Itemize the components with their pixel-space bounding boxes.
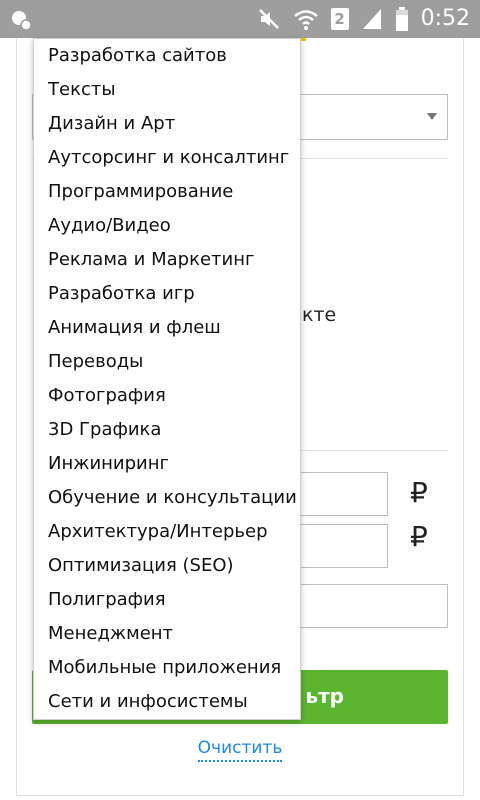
dropdown-item-education[interactable]: Обучение и консультации [34, 481, 300, 515]
battery-icon [395, 7, 408, 31]
clear-link[interactable]: Очистить [197, 738, 283, 762]
dropdown-item-texts[interactable]: Тексты [34, 73, 300, 107]
dropdown-item-seo[interactable]: Оптимизация (SEO) [34, 549, 300, 583]
wifi-icon [293, 10, 318, 30]
sim-icon: 2 [330, 8, 349, 30]
signal-icon [362, 9, 381, 29]
dropdown-item-mobile-apps[interactable]: Мобильные приложения [34, 651, 300, 685]
ruble-icon: ₽ [410, 476, 428, 509]
dropdown-item-design-art[interactable]: Дизайн и Арт [34, 107, 300, 141]
budget-from-input[interactable] [290, 472, 388, 516]
status-bar: 2 0:52 [0, 0, 480, 38]
partial-label: кте [302, 304, 337, 326]
dropdown-item-engineering[interactable]: Инжиниринг [34, 447, 300, 481]
dropdown-item-programming[interactable]: Программирование [34, 175, 300, 209]
dropdown-item-animation-flash[interactable]: Анимация и флеш [34, 311, 300, 345]
dropdown-item-web-development[interactable]: Разработка сайтов [34, 39, 300, 73]
dropdown-arrow-icon [427, 113, 437, 120]
dropdown-item-management[interactable]: Менеджмент [34, 617, 300, 651]
category-dropdown-list: Разработка сайтов Тексты Дизайн и Арт Ау… [33, 38, 301, 720]
dropdown-item-printing[interactable]: Полиграфия [34, 583, 300, 617]
dropdown-item-translations[interactable]: Переводы [34, 345, 300, 379]
status-time: 0:52 [420, 6, 470, 31]
keyword-input[interactable] [290, 584, 448, 628]
ruble-icon: ₽ [410, 520, 428, 553]
dropdown-item-outsourcing[interactable]: Аутсорсинг и консалтинг [34, 141, 300, 175]
mute-icon [258, 9, 279, 29]
clear-link-container: Очистить [0, 738, 480, 762]
dropdown-item-marketing[interactable]: Реклама и Маркетинг [34, 243, 300, 277]
notification-app-icon [12, 11, 32, 31]
budget-to-input[interactable] [290, 524, 388, 568]
dropdown-item-audio-video[interactable]: Аудио/Видео [34, 209, 300, 243]
dropdown-item-3d-graphics[interactable]: 3D Графика [34, 413, 300, 447]
dropdown-item-networks[interactable]: Сети и инфосистемы [34, 685, 300, 719]
apply-filter-label: ьтр [305, 684, 344, 708]
dropdown-item-game-development[interactable]: Разработка игр [34, 277, 300, 311]
dropdown-item-photography[interactable]: Фотография [34, 379, 300, 413]
dropdown-item-architecture[interactable]: Архитектура/Интерьер [34, 515, 300, 549]
